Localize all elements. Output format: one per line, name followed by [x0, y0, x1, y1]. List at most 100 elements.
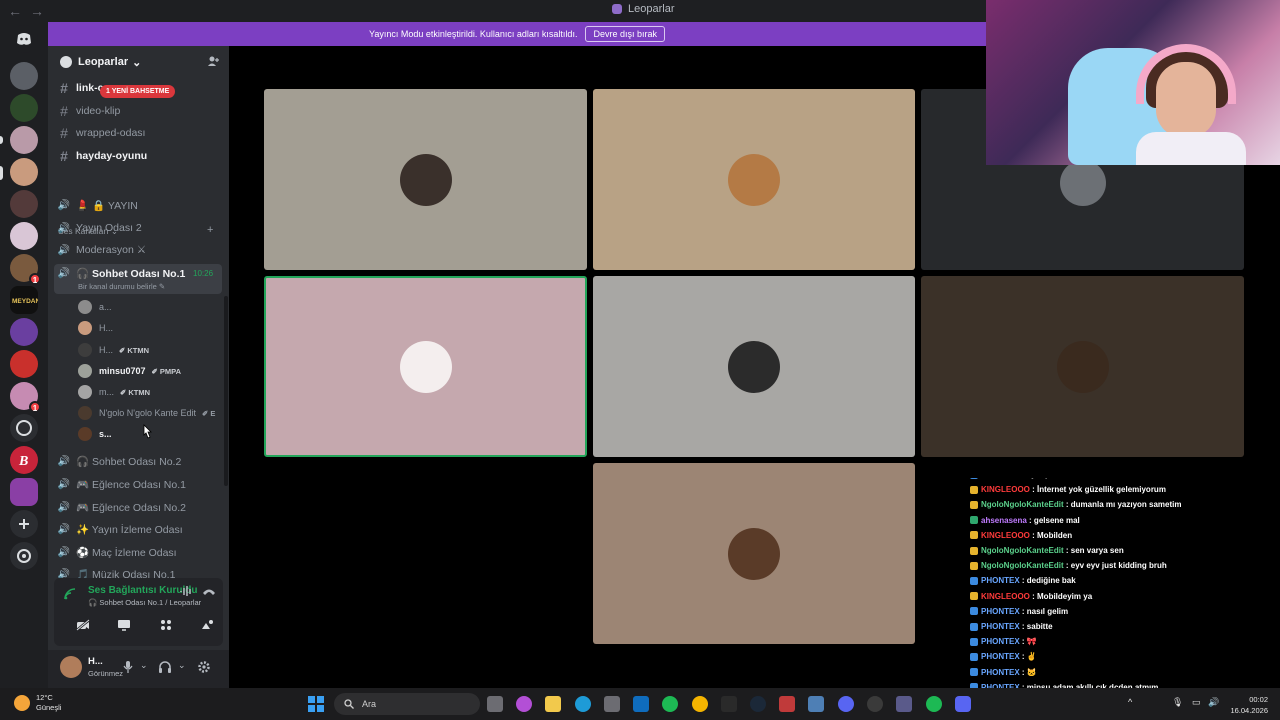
mic-tray-icon[interactable]: 🎙 [1172, 697, 1183, 708]
voice-channel-eglence-odasi-2[interactable]: 🔊 🎮 Eğlence Odası No.2 [56, 497, 222, 517]
server-icon-leoparlar[interactable] [10, 158, 38, 186]
obs-icon[interactable] [867, 696, 883, 712]
voice-channel-yayin-izleme[interactable]: 🔊 ✨ Yayın İzleme Odası [56, 519, 222, 539]
discover-icon[interactable] [10, 542, 38, 570]
forward-arrow-icon[interactable]: → [30, 3, 44, 19]
settings-gear-icon[interactable] [198, 661, 210, 676]
avatar [78, 300, 92, 314]
set-channel-status[interactable]: Bir kanal durumu belirle ✎ [78, 282, 165, 291]
chat-message: PHONTEX : ✌ [970, 652, 1037, 661]
weather-widget[interactable]: 12°C Güneşli [14, 693, 61, 713]
video-tile[interactable] [593, 276, 915, 457]
server-icon-1[interactable] [10, 62, 38, 90]
server-icon-5[interactable] [10, 190, 38, 218]
voice-user[interactable]: N'golo N'golo Kante Edit ✐ E [78, 404, 215, 422]
chevron-down-icon[interactable]: ⌄ [178, 660, 186, 671]
server-icon-3[interactable] [10, 126, 38, 154]
noise-suppression-icon[interactable] [180, 585, 192, 600]
server-icon-11[interactable]: 1 [10, 382, 41, 413]
voice-channel-sohbet-odasi-2[interactable]: 🔊 🎧 Sohbet Odası No.2 [56, 451, 222, 471]
file-explorer-icon[interactable] [545, 696, 561, 712]
voice-user[interactable]: s... [78, 425, 112, 443]
disable-streamer-mode-button[interactable]: Devre dışı bırak [585, 26, 665, 42]
new-mention-badge[interactable]: 1 YENİ BAHSETME [100, 85, 176, 98]
voice-user[interactable]: H... ✐ KTMN [78, 341, 149, 359]
server-header[interactable]: Leoparlar ⌄ [48, 46, 229, 78]
weather-label: Güneşli [36, 703, 62, 712]
avatar[interactable] [60, 656, 82, 678]
app-icon-gray[interactable] [896, 696, 912, 712]
steam-icon[interactable] [750, 696, 766, 712]
chat-message: NgoloNgoloKanteEdit : dumanla mı yazıyon… [970, 500, 1181, 509]
windows-start-icon[interactable] [308, 696, 324, 712]
server-icon-14[interactable] [10, 478, 38, 506]
microphone-icon[interactable] [123, 661, 133, 676]
server-icon-13[interactable]: B [10, 446, 38, 474]
chat-username: PHONTEX [981, 478, 1020, 479]
user-name[interactable]: H... [88, 656, 103, 667]
headphones-icon[interactable] [159, 661, 171, 676]
server-icon-meydan[interactable]: MEYDAN [10, 286, 40, 314]
voice-channel-eglence-odasi-1[interactable]: 🔊 🎮 Eğlence Odası No.1 [56, 474, 222, 494]
voice-user[interactable]: a... [78, 298, 112, 316]
channel-video-klip[interactable]: # video-klip [56, 101, 222, 121]
video-tile[interactable] [593, 89, 915, 270]
voice-channel-moderasyon[interactable]: 🔊 Moderasyon ⚔ [56, 240, 222, 260]
video-tile[interactable] [593, 463, 915, 644]
server-icon-7[interactable]: 1 [10, 254, 41, 285]
tray-chevron-icon[interactable]: ^ [1128, 697, 1132, 707]
channel-label: ⚽ Maç İzleme Odası [76, 546, 177, 559]
chrome-icon[interactable] [692, 696, 708, 712]
discord-home-icon[interactable] [10, 25, 38, 53]
voice-channel-yayin[interactable]: 🔊 💄 🔒 YAYIN [56, 195, 222, 215]
avatar [78, 385, 92, 399]
sidebar-scrollbar[interactable] [224, 296, 228, 486]
voice-channel-yayin-odasi-2[interactable]: 🔊 Yayın Odası 2 [56, 218, 222, 238]
add-server-icon[interactable] [10, 510, 38, 538]
invite-people-icon[interactable] [207, 55, 219, 70]
discord-taskbar-icon[interactable] [955, 696, 971, 712]
avatar [399, 340, 452, 393]
store-icon[interactable] [604, 696, 620, 712]
epic-games-icon[interactable] [721, 696, 737, 712]
server-icon-9[interactable] [10, 318, 38, 346]
app-icon-purple[interactable] [838, 696, 854, 712]
app-icon-red[interactable] [779, 696, 795, 712]
taskbar-search[interactable]: Ara [334, 693, 480, 715]
network-icon[interactable]: ▭ [1192, 697, 1201, 708]
spotify-icon[interactable] [662, 696, 678, 712]
chevron-down-icon: ⌄ [132, 56, 142, 69]
voice-user[interactable]: H... [78, 319, 113, 337]
server-icon-10[interactable] [10, 350, 38, 378]
video-tile-speaking[interactable] [264, 276, 587, 457]
voice-user[interactable]: m... ✐ KTMN [78, 383, 150, 401]
server-rail: 1 MEYDAN 1 B [0, 22, 48, 688]
task-view-icon[interactable] [487, 696, 503, 712]
copilot-icon[interactable] [516, 696, 532, 712]
channel-hayday-oyunu[interactable]: # hayday-oyunu [56, 146, 222, 166]
signal-strength-icon[interactable] [64, 588, 76, 603]
edge-icon[interactable] [575, 696, 591, 712]
system-clock[interactable]: 00:02 16.04.2026 [1228, 694, 1268, 716]
server-icon-12[interactable] [10, 414, 38, 442]
voice-channel-mac-izleme[interactable]: 🔊 ⚽ Maç İzleme Odası [56, 542, 222, 562]
soundboard-icon[interactable] [190, 616, 224, 638]
channel-wrapped-odasi[interactable]: # wrapped-odası [56, 123, 222, 143]
user-tag: ✐ PMPA [151, 366, 182, 376]
screen-share-icon[interactable] [107, 616, 141, 638]
disconnect-icon[interactable] [202, 585, 216, 600]
activities-icon[interactable] [149, 616, 183, 638]
server-icon-2[interactable] [10, 94, 38, 122]
spotify-icon-2[interactable] [926, 696, 942, 712]
video-tile[interactable] [264, 89, 587, 270]
video-tile[interactable] [921, 276, 1244, 457]
voice-user[interactable]: minsu0707 ✐ PMPA [78, 362, 181, 380]
camera-off-icon[interactable] [66, 616, 100, 638]
app-icon-blue[interactable] [808, 696, 824, 712]
outlook-icon[interactable] [633, 696, 649, 712]
back-arrow-icon[interactable]: ← [8, 3, 22, 19]
volume-icon[interactable]: 🔊 [1208, 697, 1219, 708]
chevron-down-icon[interactable]: ⌄ [140, 660, 148, 671]
server-icon-6[interactable] [10, 222, 38, 250]
channel-sidebar: Leoparlar ⌄ # link-c # video-klip # wrap… [48, 46, 229, 688]
